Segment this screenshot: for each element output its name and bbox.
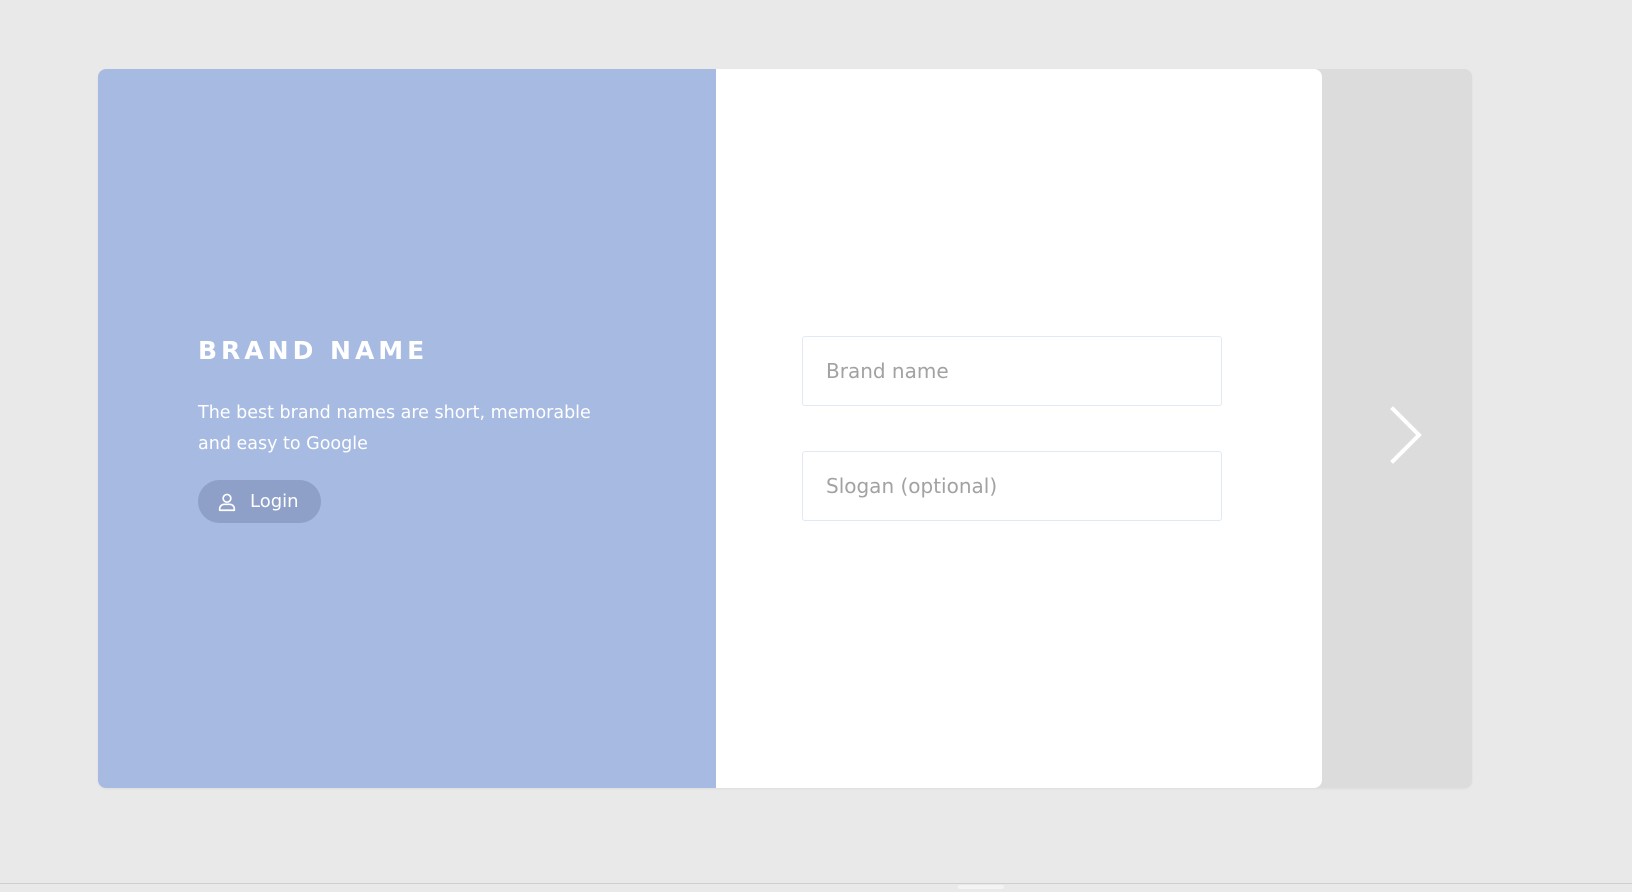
login-button[interactable]: Login — [198, 480, 321, 523]
hero-panel: BRAND NAME The best brand names are shor… — [98, 69, 716, 788]
brand-setup-card: BRAND NAME The best brand names are shor… — [98, 69, 1472, 788]
bottom-divider — [0, 883, 1632, 884]
user-icon — [216, 491, 238, 513]
scroll-handle[interactable] — [958, 885, 1004, 889]
chevron-right-icon — [1385, 405, 1425, 465]
brand-name-input[interactable] — [802, 336, 1222, 406]
page: BRAND NAME The best brand names are shor… — [0, 0, 1632, 892]
next-button[interactable] — [1380, 395, 1430, 475]
slogan-input[interactable] — [802, 451, 1222, 521]
brand-title: BRAND NAME — [198, 336, 429, 365]
login-button-label: Login — [250, 491, 299, 512]
brand-description: The best brand names are short, memorabl… — [198, 403, 591, 454]
form-panel — [716, 69, 1322, 788]
